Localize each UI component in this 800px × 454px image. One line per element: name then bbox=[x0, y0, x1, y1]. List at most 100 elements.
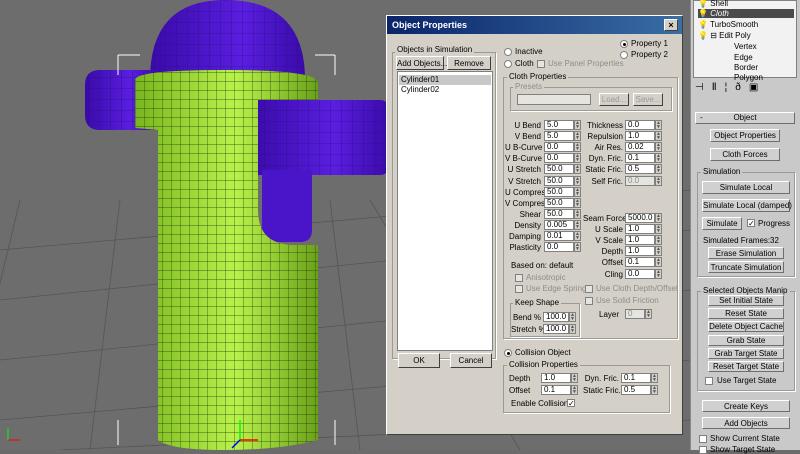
cloth-radio[interactable] bbox=[504, 60, 512, 68]
param-spinner[interactable]: 5.0 bbox=[544, 120, 574, 130]
object-rollout-header[interactable]: - Object bbox=[695, 112, 795, 124]
configure-icon[interactable]: ▣ bbox=[749, 82, 766, 93]
param-spinner-arrows[interactable]: ▲ ▼ bbox=[655, 164, 662, 175]
object-properties-button[interactable]: Object Properties bbox=[710, 129, 780, 142]
collision-depth-spinner[interactable]: 1.0 bbox=[541, 373, 571, 383]
property2-radio[interactable] bbox=[620, 51, 628, 59]
param-spinner[interactable]: 0.0 bbox=[625, 175, 655, 186]
param-spinner[interactable]: 0.0 bbox=[625, 268, 655, 279]
reset-state-button[interactable]: Reset State bbox=[708, 308, 784, 319]
vertical-icon[interactable]: ¦ bbox=[725, 82, 736, 93]
show-target-state-checkbox[interactable] bbox=[699, 446, 707, 454]
collision-static-fric-spinner[interactable]: 0.5 bbox=[621, 385, 651, 395]
load-preset-button[interactable]: Load... bbox=[599, 93, 629, 106]
param-spinner[interactable]: 0.5 bbox=[625, 164, 655, 175]
param-spinner-arrows[interactable]: ▲ ▼ bbox=[655, 224, 662, 235]
sub-item-vertex[interactable]: Vertex bbox=[734, 42, 757, 51]
param-spinner[interactable]: 50.0 bbox=[544, 208, 574, 219]
cloth-forces-button[interactable]: Cloth Forces bbox=[710, 148, 780, 161]
use-panel-checkbox[interactable] bbox=[537, 60, 545, 68]
collision-dyn-fric-spinner[interactable]: 0.1 bbox=[621, 373, 651, 383]
bulb-icon[interactable]: 💡 bbox=[698, 20, 708, 29]
bend-percent-spinner[interactable]: 100.0 bbox=[543, 312, 569, 322]
param-spinner-arrows[interactable]: ▲ ▼ bbox=[655, 235, 662, 246]
dialog-title-bar[interactable]: Object Properties bbox=[387, 16, 682, 34]
simulate-button[interactable]: Simulate bbox=[702, 217, 742, 230]
create-keys-button[interactable]: Create Keys bbox=[702, 400, 790, 412]
pipe-icon[interactable]: Ⅱ bbox=[712, 82, 725, 93]
stack-item-edit-poly[interactable]: 💡 ⊟ Edit Poly bbox=[698, 31, 751, 40]
add-objects-button[interactable]: Add Objects... bbox=[396, 56, 447, 70]
param-spinner[interactable]: 50.0 bbox=[544, 175, 574, 186]
param-spinner-arrows[interactable]: ▲ ▼ bbox=[574, 153, 581, 164]
param-spinner-arrows[interactable]: ▲ ▼ bbox=[655, 175, 662, 186]
presets-dropdown[interactable] bbox=[517, 94, 591, 105]
param-spinner-arrows[interactable]: ▲ ▼ bbox=[655, 213, 662, 223]
stack-item-turbosmooth[interactable]: 💡 TurboSmooth bbox=[698, 20, 758, 29]
sub-item-polygon[interactable]: Polygon bbox=[734, 73, 763, 82]
param-spinner-arrows[interactable]: ▲ ▼ bbox=[574, 131, 581, 142]
simulate-local-damped-button[interactable]: Simulate Local (damped) bbox=[702, 199, 792, 212]
param-spinner[interactable]: 50.0 bbox=[544, 186, 574, 197]
sub-item-border[interactable]: Border bbox=[734, 63, 758, 72]
param-spinner-arrows[interactable]: ▲ ▼ bbox=[655, 257, 662, 268]
param-spinner-arrows[interactable]: ▲ ▼ bbox=[655, 120, 662, 130]
erase-simulation-button[interactable]: Erase Simulation bbox=[708, 247, 784, 259]
bend-percent-arrows[interactable]: ▲ ▼ bbox=[569, 312, 576, 322]
stretch-percent-arrows[interactable]: ▲ ▼ bbox=[569, 324, 576, 334]
remove-button[interactable]: Remove bbox=[447, 56, 491, 70]
bulb-icon[interactable]: 💡 bbox=[698, 9, 708, 18]
edge-springs-checkbox[interactable] bbox=[515, 285, 523, 293]
list-item[interactable]: Cylinder01 bbox=[399, 75, 491, 85]
param-spinner[interactable]: 5000.0 bbox=[625, 213, 655, 223]
param-spinner[interactable]: 5.0 bbox=[544, 131, 574, 142]
param-spinner-arrows[interactable]: ▲ ▼ bbox=[574, 186, 581, 197]
param-spinner[interactable]: 50.0 bbox=[544, 197, 574, 208]
save-preset-button[interactable]: Save... bbox=[633, 93, 663, 106]
collision-static-fric-arrows[interactable]: ▲ ▼ bbox=[651, 385, 658, 395]
close-button[interactable]: × bbox=[664, 19, 678, 31]
reset-target-state-button[interactable]: Reset Target State bbox=[708, 361, 784, 372]
param-spinner[interactable]: 0.0 bbox=[625, 120, 655, 130]
sub-item-edge[interactable]: Edge bbox=[734, 53, 753, 62]
param-spinner-arrows[interactable]: ▲ ▼ bbox=[655, 142, 662, 153]
bulb-icon[interactable]: 💡 bbox=[698, 31, 708, 40]
grab-target-state-button[interactable]: Grab Target State bbox=[708, 348, 784, 359]
param-spinner[interactable]: 0.0 bbox=[544, 153, 574, 164]
param-spinner-arrows[interactable]: ▲ ▼ bbox=[655, 131, 662, 142]
param-spinner-arrows[interactable]: ▲ ▼ bbox=[574, 164, 581, 175]
param-spinner-arrows[interactable]: ▲ ▼ bbox=[574, 120, 581, 130]
param-spinner-arrows[interactable]: ▲ ▼ bbox=[574, 175, 581, 186]
add-objects-panel-button[interactable]: Add Objects bbox=[702, 417, 790, 429]
param-spinner-arrows[interactable]: ▲ ▼ bbox=[655, 246, 662, 257]
param-spinner-arrows[interactable]: ▲ ▼ bbox=[574, 142, 581, 153]
param-spinner[interactable]: 0.1 bbox=[625, 153, 655, 164]
ok-button[interactable]: OK bbox=[398, 353, 440, 368]
param-spinner[interactable]: 0.0 bbox=[544, 142, 574, 153]
param-spinner[interactable]: 1.0 bbox=[625, 224, 655, 235]
param-spinner[interactable]: 0.005 bbox=[544, 219, 574, 230]
collision-dyn-fric-arrows[interactable]: ▲ ▼ bbox=[651, 373, 658, 383]
collision-depth-arrows[interactable]: ▲ ▼ bbox=[571, 373, 578, 383]
show-current-state-checkbox[interactable] bbox=[699, 435, 707, 443]
param-spinner-arrows[interactable]: ▲ ▼ bbox=[574, 231, 581, 241]
stretch-percent-spinner[interactable]: 100.0 bbox=[543, 324, 569, 334]
bulb-icon[interactable]: 💡 bbox=[698, 0, 708, 8]
simulate-local-button[interactable]: Simulate Local bbox=[702, 181, 790, 194]
param-spinner[interactable]: 1.0 bbox=[625, 246, 655, 257]
param-spinner-arrows[interactable]: ▲ ▼ bbox=[574, 219, 581, 230]
use-target-state-checkbox[interactable] bbox=[705, 377, 713, 385]
param-spinner[interactable]: 0.1 bbox=[625, 257, 655, 268]
param-spinner[interactable]: 1.0 bbox=[625, 235, 655, 246]
delete-icon[interactable]: ð bbox=[735, 82, 749, 93]
anisotropic-checkbox[interactable] bbox=[515, 274, 523, 282]
param-spinner-arrows[interactable]: ▲ ▼ bbox=[574, 197, 581, 208]
truncate-simulation-button[interactable]: Truncate Simulation bbox=[708, 261, 784, 273]
cancel-button[interactable]: Cancel bbox=[450, 353, 492, 368]
param-spinner-arrows[interactable]: ▲ ▼ bbox=[655, 153, 662, 164]
set-initial-state-button[interactable]: Set Initial State bbox=[708, 295, 784, 306]
collision-offset-arrows[interactable]: ▲ ▼ bbox=[571, 385, 578, 395]
stack-item-cloth[interactable]: 💡 Cloth bbox=[698, 9, 794, 18]
modifier-stack[interactable]: 💡 Shell 💡 Cloth 💡 TurboSmooth 💡 ⊟ Edit P… bbox=[693, 0, 797, 82]
param-spinner-arrows[interactable]: ▲ ▼ bbox=[655, 268, 662, 279]
